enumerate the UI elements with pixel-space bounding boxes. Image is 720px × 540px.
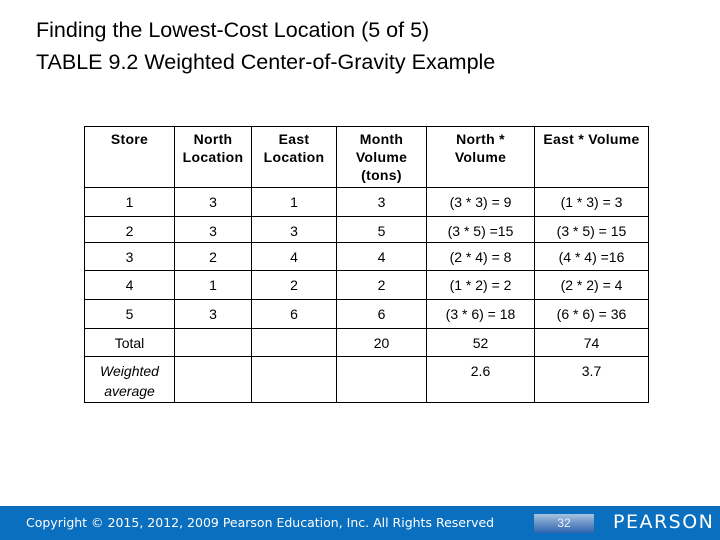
- weighted-north-volume: 2.6: [426, 356, 535, 403]
- weighted-average-row: Weighted average 2.6 3.7: [84, 356, 649, 403]
- cell-east: 2: [251, 270, 337, 300]
- cell-store: 4: [84, 270, 175, 300]
- slide-title: Finding the Lowest-Cost Location (5 of 5…: [36, 14, 495, 78]
- cell-volume: 2: [336, 270, 427, 300]
- cell-north: 3: [174, 187, 252, 217]
- cell-volume: 6: [336, 299, 427, 329]
- cell-north-volume: (3 * 5) =15: [426, 216, 535, 243]
- table-row: 1 3 1 3 (3 * 3) = 9 (1 * 3) = 3: [84, 187, 649, 217]
- cell-volume: 3: [336, 187, 427, 217]
- cell-store: 5: [84, 299, 175, 329]
- cell-north-volume: (3 * 6) = 18: [426, 299, 535, 329]
- header-text: Location: [263, 149, 325, 165]
- cell-north: 2: [174, 242, 252, 271]
- cell-north: 3: [174, 216, 252, 243]
- total-east: [251, 328, 337, 357]
- table-row: 3 2 4 4 (2 * 4) = 8 (4 * 4) =16: [84, 242, 649, 271]
- title-line-2: TABLE 9.2 Weighted Center-of-Gravity Exa…: [36, 50, 496, 74]
- header-month-volume: Month Volume (tons): [336, 126, 427, 188]
- cell-volume: 5: [336, 216, 427, 243]
- cell-east-volume: (6 * 6) = 36: [534, 299, 649, 329]
- cell-east-volume: (1 * 3) = 3: [534, 187, 649, 217]
- header-text: Month: [359, 131, 404, 147]
- header-east-volume: East * Volume: [534, 126, 649, 188]
- total-north-volume: 52: [426, 328, 535, 357]
- weighted-volume: [336, 356, 427, 403]
- header-text: (tons): [361, 167, 402, 183]
- table-row: 5 3 6 6 (3 * 6) = 18 (6 * 6) = 36: [84, 299, 649, 329]
- cell-east-volume: (2 * 2) = 4: [534, 270, 649, 300]
- header-north-location: North Location: [174, 126, 252, 188]
- cell-store: 1: [84, 187, 175, 217]
- total-row: Total 20 52 74: [84, 328, 649, 357]
- cell-east: 3: [251, 216, 337, 243]
- page-number: 32: [534, 514, 594, 533]
- header-text: North *: [456, 131, 505, 147]
- cell-east-volume: (4 * 4) =16: [534, 242, 649, 271]
- cell-north-volume: (3 * 3) = 9: [426, 187, 535, 217]
- cell-east: 1: [251, 187, 337, 217]
- header-text: Volume: [355, 149, 408, 165]
- weighted-average-label: Weighted average: [84, 356, 175, 403]
- cell-north: 3: [174, 299, 252, 329]
- copyright-text: Copyright © 2015, 2012, 2009 Pearson Edu…: [26, 515, 495, 530]
- cell-north-volume: (2 * 4) = 8: [426, 242, 535, 271]
- header-text: Volume: [454, 149, 507, 165]
- weighted-east-volume: 3.7: [534, 356, 649, 403]
- header-north-volume: North * Volume: [426, 126, 535, 188]
- footer-bar: Copyright © 2015, 2012, 2009 Pearson Edu…: [0, 506, 720, 540]
- cell-east: 4: [251, 242, 337, 271]
- cell-east: 6: [251, 299, 337, 329]
- table-row: 4 1 2 2 (1 * 2) = 2 (2 * 2) = 4: [84, 270, 649, 300]
- title-line-1: Finding the Lowest-Cost Location (5 of 5…: [36, 18, 430, 42]
- header-store: Store: [84, 126, 175, 188]
- header-text: East * Volume: [543, 131, 640, 147]
- center-of-gravity-table: Store North Location East Location Month Vo…: [84, 126, 649, 403]
- cell-east-volume: (3 * 5) = 15: [534, 216, 649, 243]
- header-text: North: [193, 131, 233, 147]
- header-row: Store North Location East Location Month Vo…: [84, 126, 649, 188]
- total-north: [174, 328, 252, 357]
- total-volume: 20: [336, 328, 427, 357]
- pearson-logo: PEARSON: [613, 511, 715, 533]
- cell-volume: 4: [336, 242, 427, 271]
- label-line: Weighted: [100, 363, 159, 379]
- weighted-east: [251, 356, 337, 403]
- total-east-volume: 74: [534, 328, 649, 357]
- cell-store: 2: [84, 216, 175, 243]
- cell-north: 1: [174, 270, 252, 300]
- cell-north-volume: (1 * 2) = 2: [426, 270, 535, 300]
- total-label: Total: [84, 328, 175, 357]
- weighted-north: [174, 356, 252, 403]
- header-text: Location: [182, 149, 244, 165]
- header-text: East: [278, 131, 310, 147]
- table-row: 2 3 3 5 (3 * 5) =15 (3 * 5) = 15: [84, 216, 649, 243]
- cell-store: 3: [84, 242, 175, 271]
- header-east-location: East Location: [251, 126, 337, 188]
- header-text: Store: [110, 131, 149, 147]
- label-line: average: [104, 383, 155, 399]
